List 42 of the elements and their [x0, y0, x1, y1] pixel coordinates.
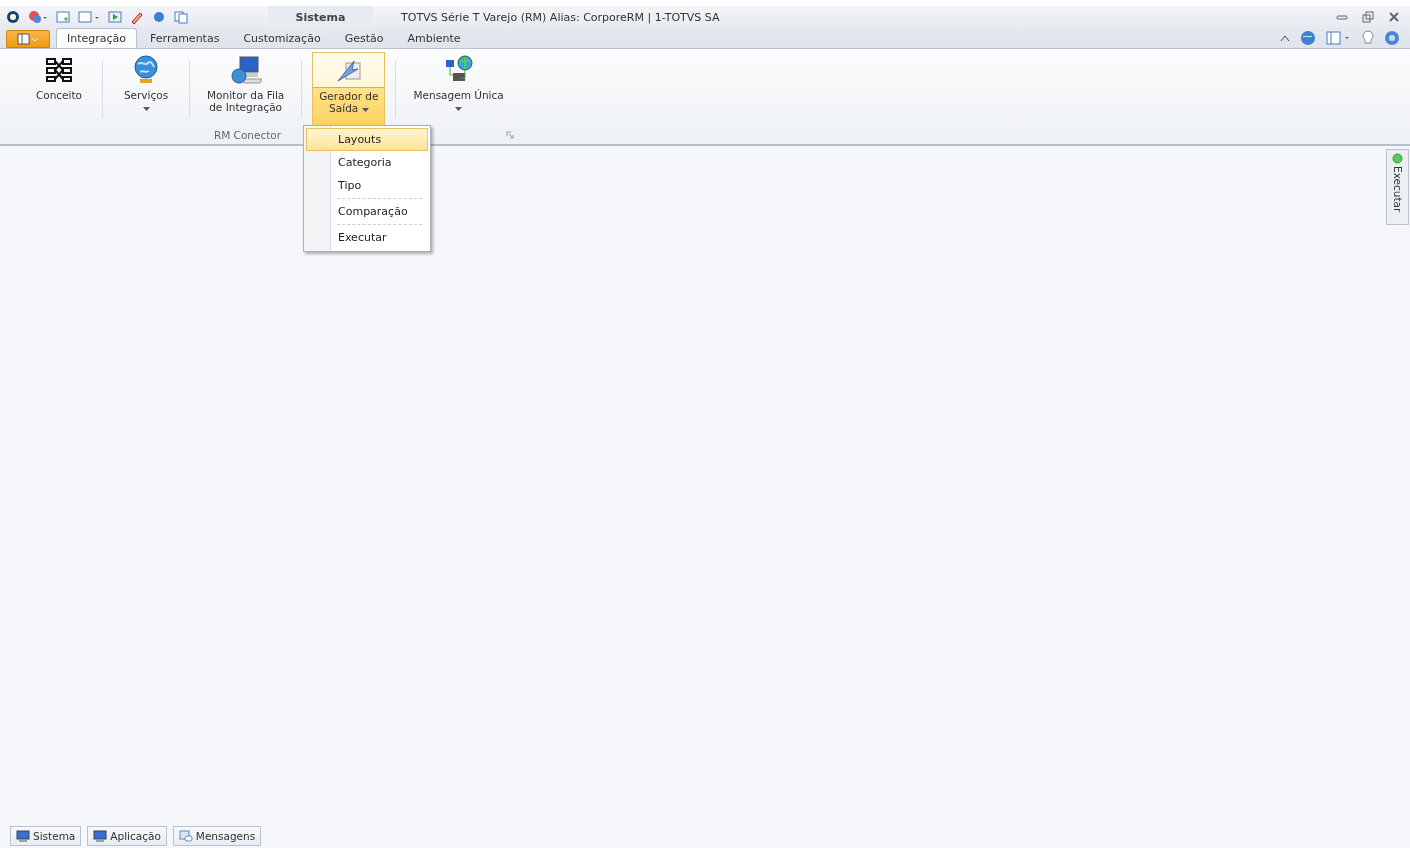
ribbon-button[interactable]: Gerador de Saída [312, 52, 386, 126]
ribbon-button[interactable]: Conceito [26, 52, 92, 126]
app-logo-icon[interactable] [6, 10, 20, 24]
menu-item[interactable]: Comparação [306, 200, 428, 223]
computer-globe-icon [229, 55, 262, 85]
dialog-launcher-icon[interactable] [506, 131, 514, 139]
monitor-icon [16, 829, 30, 843]
diagram-icon [45, 57, 73, 83]
ribbon-tab[interactable]: Gestão [333, 28, 395, 48]
taskbar-button[interactable]: Mensagens [172, 826, 262, 846]
menu-item[interactable]: Executar [306, 226, 428, 249]
taskbar-button[interactable]: Aplicação [87, 826, 167, 846]
copy-icon[interactable] [174, 10, 188, 24]
ribbon-tab[interactable]: Ferramentas [139, 28, 231, 48]
collapse-icon[interactable] [1280, 34, 1290, 42]
ribbon-tab[interactable]: Customização [232, 28, 332, 48]
menu-item[interactable]: Tipo [306, 174, 428, 197]
menu-item[interactable]: Layouts [306, 128, 428, 151]
panel-icon [17, 33, 39, 45]
menu-item[interactable]: Categoria [306, 151, 428, 174]
ribbon-button[interactable]: Serviços [113, 52, 179, 126]
ribbon-tab[interactable]: Integração [56, 28, 138, 48]
ribbon-button[interactable]: Mensagem Única [406, 52, 511, 126]
ribbon-tab[interactable]: Ambiente [396, 28, 472, 48]
window-title: TOTVS Série T Varejo (RM) Alias: CorporeRM | 1-TOTVS SA [401, 10, 720, 24]
taskbar-button[interactable]: Sistema [10, 826, 82, 846]
restore-icon[interactable] [1362, 11, 1374, 23]
side-panel-tab[interactable]: Executar [1386, 149, 1409, 225]
layout-icon[interactable] [1326, 31, 1352, 45]
close-icon[interactable] [1388, 11, 1400, 23]
group-label: RM Conector [212, 129, 283, 141]
application-menu-button[interactable] [6, 30, 50, 48]
pencil-icon[interactable] [130, 10, 144, 24]
minimize-icon[interactable] [1336, 12, 1348, 22]
window-icon[interactable] [78, 10, 100, 24]
lightbulb-icon[interactable] [1362, 30, 1374, 46]
ribbon-button[interactable]: Monitor da Fila de Integração [200, 52, 292, 126]
play-window-icon[interactable] [108, 10, 122, 24]
monitor-icon [93, 829, 108, 843]
window-add-icon[interactable] [56, 10, 70, 24]
help-icon[interactable] [1384, 30, 1400, 46]
messages-icon [178, 829, 193, 843]
